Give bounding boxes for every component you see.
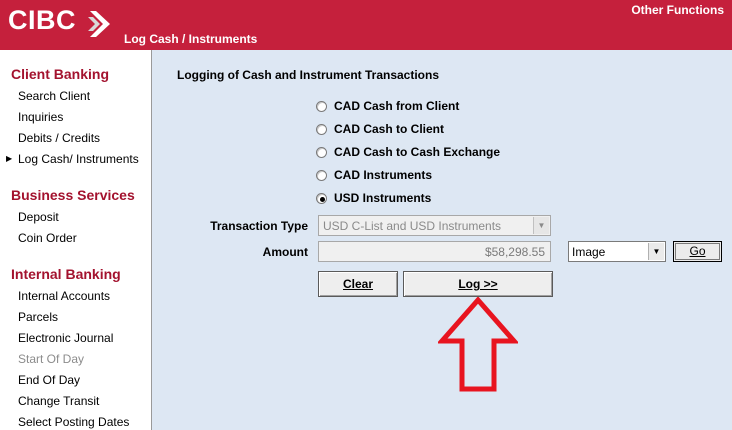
transaction-type-select: USD C-List and USD Instruments ▼ (318, 215, 551, 236)
sidebar-item-coin-order[interactable]: Coin Order (18, 231, 77, 245)
sidebar-item-parcels[interactable]: Parcels (18, 310, 58, 324)
radio-button[interactable] (316, 100, 327, 112)
page-title: Log Cash / Instruments (124, 32, 258, 46)
sidebar-item-inquiries[interactable]: Inquiries (18, 110, 63, 124)
transaction-type-value: USD C-List and USD Instruments (323, 219, 502, 233)
up-arrow-icon (438, 297, 518, 392)
log-button-label: Log >> (458, 277, 498, 291)
sidebar-heading-internal-banking: Internal Banking (11, 266, 121, 282)
other-functions-link[interactable]: Other Functions (631, 3, 724, 17)
sidebar: Client Banking Search Client Inquiries D… (0, 50, 152, 430)
sidebar-item-change-transit[interactable]: Change Transit (18, 394, 99, 408)
option-cad-cash-exchange[interactable]: CAD Cash to Cash Exchange (316, 144, 500, 160)
sidebar-item-search-client[interactable]: Search Client (18, 89, 90, 103)
image-select-value: Image (572, 245, 606, 259)
main-panel: Logging of Cash and Instrument Transacti… (153, 50, 732, 430)
current-item-bullet-icon: ▶ (6, 154, 13, 163)
sidebar-item-deposit[interactable]: Deposit (18, 210, 59, 224)
clear-button-label: Clear (342, 277, 374, 291)
option-cad-instruments[interactable]: CAD Instruments (316, 167, 432, 183)
transaction-type-label: Transaction Type (210, 219, 308, 233)
sidebar-heading-business-services: Business Services (11, 187, 135, 203)
option-label: CAD Cash from Client (334, 99, 460, 113)
radio-button-selected[interactable] (316, 192, 327, 204)
log-button[interactable]: Log >> (403, 271, 553, 297)
sidebar-item-electronic-journal[interactable]: Electronic Journal (18, 331, 113, 345)
chevron-down-icon[interactable]: ▼ (648, 243, 664, 260)
image-select[interactable]: Image ▼ (568, 241, 666, 262)
clear-button[interactable]: Clear (318, 271, 398, 297)
cibc-diamond-icon (88, 11, 110, 37)
option-cad-cash-to-client[interactable]: CAD Cash to Client (316, 121, 444, 137)
option-label: CAD Cash to Cash Exchange (334, 145, 501, 159)
radio-button[interactable] (316, 146, 327, 158)
sidebar-item-internal-accounts[interactable]: Internal Accounts (18, 289, 110, 303)
sidebar-item-debits-credits[interactable]: Debits / Credits (18, 131, 100, 145)
option-cad-cash-from-client[interactable]: CAD Cash from Client (316, 98, 459, 114)
sidebar-heading-client-banking: Client Banking (11, 66, 110, 82)
option-label: CAD Cash to Client (334, 122, 445, 136)
sidebar-item-select-posting-dates[interactable]: Select Posting Dates (18, 415, 129, 429)
sidebar-item-log-cash-instruments[interactable]: Log Cash/ Instruments (18, 152, 139, 166)
option-label: USD Instruments (334, 191, 432, 205)
logo-text: CIBC (8, 5, 76, 35)
page-heading: Logging of Cash and Instrument Transacti… (177, 68, 440, 82)
logo: CIBC (0, 0, 120, 50)
radio-button[interactable] (316, 169, 327, 181)
radio-button[interactable] (316, 123, 327, 135)
option-label: CAD Instruments (334, 168, 433, 182)
header-bar: CIBC Log Cash / Instruments Other Functi… (0, 0, 732, 50)
amount-field: $58,298.55 (318, 241, 551, 262)
go-button[interactable]: Go (673, 241, 722, 262)
sidebar-item-end-of-day[interactable]: End Of Day (18, 373, 80, 387)
amount-label: Amount (262, 245, 308, 259)
sidebar-item-start-of-day: Start Of Day (18, 352, 85, 366)
chevron-down-icon: ▼ (533, 217, 549, 234)
option-usd-instruments[interactable]: USD Instruments (316, 190, 431, 206)
